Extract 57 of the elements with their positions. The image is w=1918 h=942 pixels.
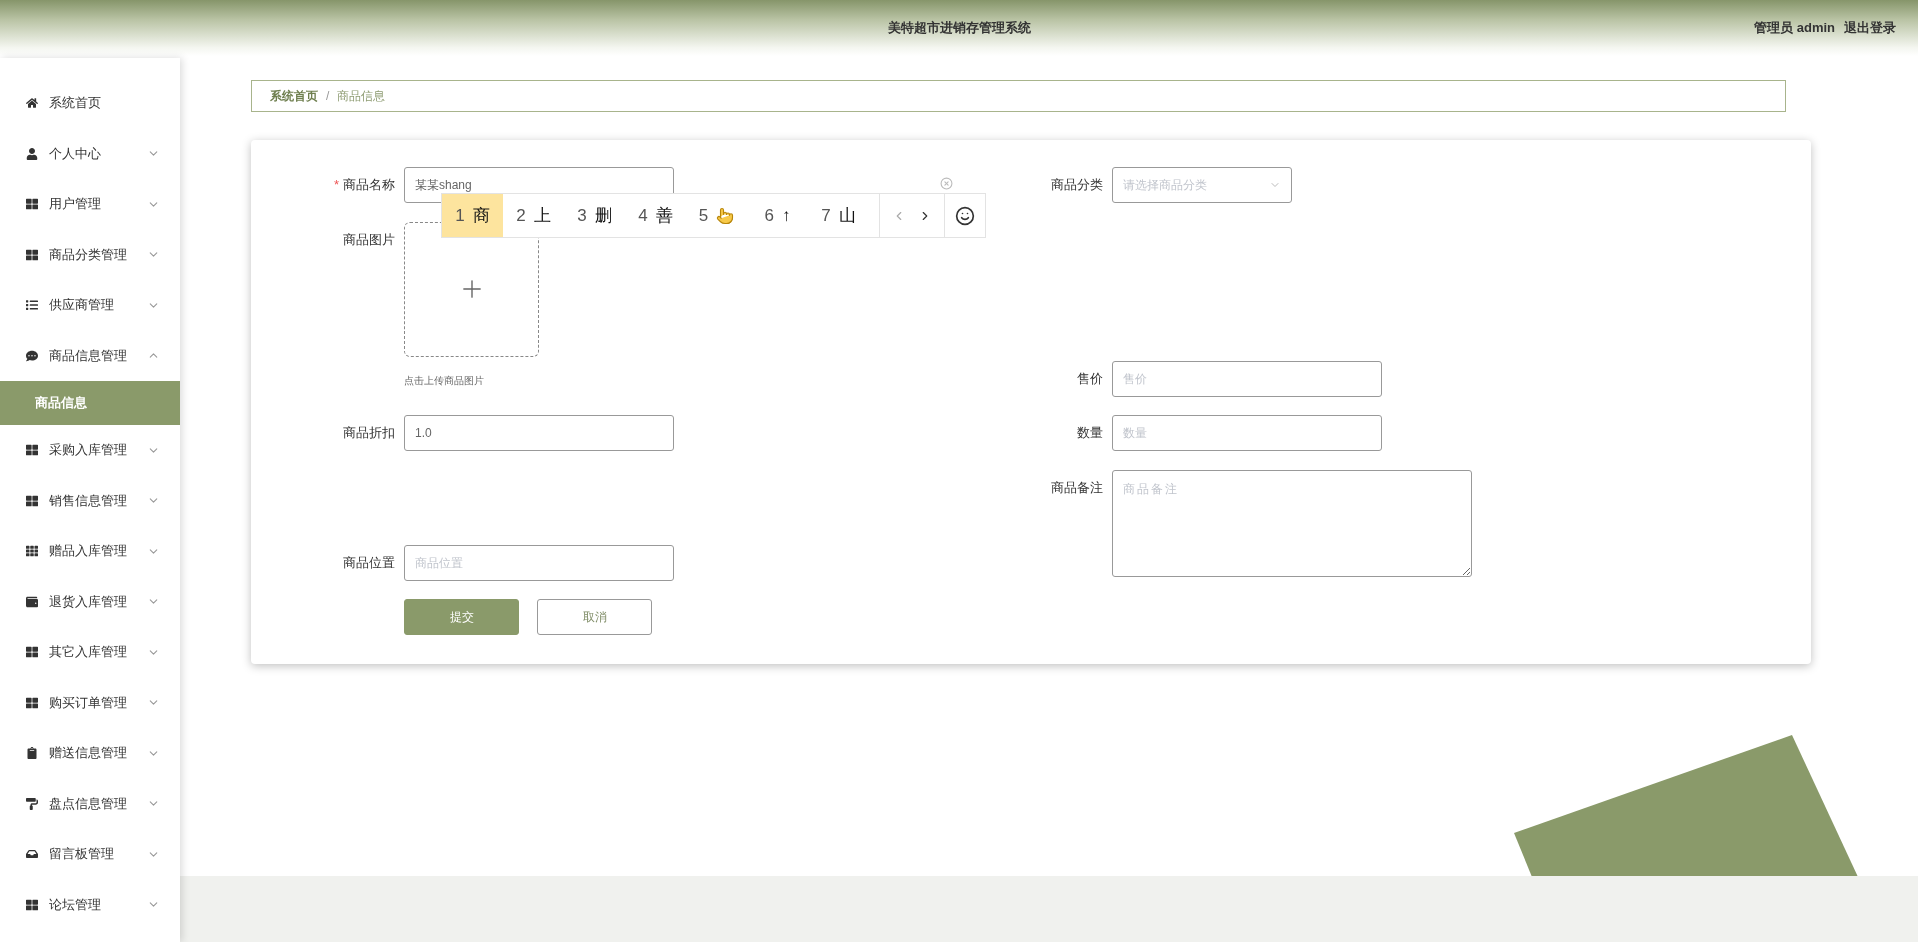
sidebar-item[interactable]: 销售信息管理 [0, 475, 180, 526]
sidebar-item[interactable]: 商品信息管理 [0, 330, 180, 381]
user-icon [26, 147, 38, 160]
field-label: 商品位置 [342, 553, 395, 572]
breadcrumb-separator: / [326, 89, 330, 103]
logout-link[interactable]: 退出登录 [1844, 19, 1896, 37]
sidebar-item[interactable]: 系统首页 [0, 78, 180, 129]
grid-icon [26, 696, 38, 709]
list-icon [26, 299, 38, 312]
grid-icon [26, 898, 38, 911]
field-label: 数量 [1076, 424, 1103, 442]
field-label: 商品备注 [1050, 478, 1103, 497]
grid-icon [26, 545, 38, 558]
grid-icon [26, 444, 38, 457]
sidebar-item[interactable]: 采购入库管理 [0, 425, 180, 476]
sidebar-item[interactable]: 其它入库管理 [0, 627, 180, 678]
grid-icon [26, 494, 38, 507]
chat-icon [26, 349, 38, 362]
app-title: 美特超市进销存管理系统 [887, 19, 1031, 37]
field-label: 商品折扣 [342, 424, 395, 442]
inbox-icon [26, 848, 38, 861]
grid-icon [26, 248, 38, 261]
sidebar-item[interactable]: 赠送信息管理 [0, 728, 180, 779]
ime-candidate[interactable]: 5 [686, 194, 747, 237]
breadcrumb-link[interactable]: 系统首页 [270, 87, 318, 105]
clear-icon[interactable] [940, 177, 953, 190]
smiley-icon[interactable] [955, 205, 975, 226]
paint-roller-icon [26, 797, 38, 810]
field-label: 商品分类 [1050, 176, 1103, 194]
sidebar-item[interactable]: 供应商管理 [0, 280, 180, 331]
field-label: * 商品名称 [332, 176, 395, 194]
grid-icon [26, 646, 38, 659]
text-field[interactable]: 售价 [1112, 360, 1382, 397]
sidebar-item[interactable]: 商品分类管理 [0, 229, 180, 280]
hand-icon [716, 205, 735, 226]
sidebar-item[interactable]: 留言板管理 [0, 829, 180, 880]
user-name: 管理员 admin [1754, 19, 1835, 37]
sidebar-item[interactable]: 论坛管理 [0, 879, 180, 930]
ime-candidate[interactable]: 7 山 [808, 194, 869, 237]
text-field[interactable]: 1.0 [404, 415, 674, 451]
sidebar-item[interactable]: 个人中心 [0, 128, 180, 179]
wallet-icon [26, 595, 38, 608]
grid-icon [26, 198, 38, 211]
clipboard-icon [26, 747, 38, 760]
ime-candidate[interactable]: 1 商 [442, 194, 503, 237]
sidebar-item[interactable]: 购买订单管理 [0, 677, 180, 728]
ime-candidate[interactable]: 6 ↑ [747, 194, 808, 237]
cancel-button[interactable]: 取消 [537, 599, 652, 635]
sidebar-item[interactable]: 盘点信息管理 [0, 778, 180, 829]
field-label: 售价 [1076, 369, 1103, 388]
home-icon [26, 97, 38, 110]
upload-hint: 点击上传商品图片 [404, 373, 484, 388]
field-label: 商品图片 [342, 230, 395, 249]
remarks-field[interactable]: 商品备注 [1112, 469, 1472, 577]
sidebar-item[interactable]: 用户管理 [0, 179, 180, 230]
sidebar-item[interactable]: 赠品入库管理 [0, 526, 180, 577]
sidebar-item[interactable]: 退货入库管理 [0, 576, 180, 627]
